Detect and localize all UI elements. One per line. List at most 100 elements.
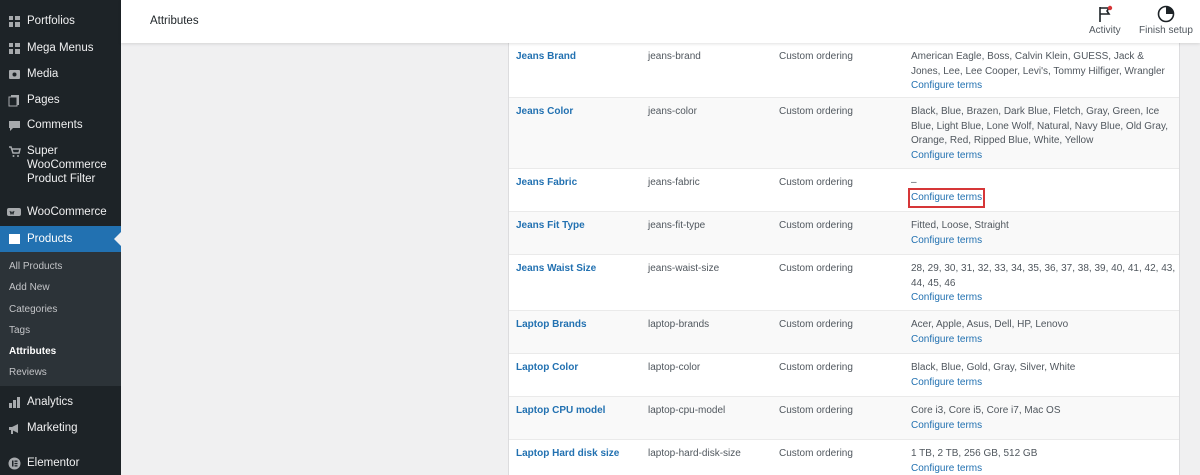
sidebar-item-label: Super WooCommerce Product Filter (27, 145, 107, 185)
configure-terms-link[interactable]: Configure terms (911, 79, 982, 94)
attribute-name-link[interactable]: Jeans Waist Size (516, 262, 596, 277)
terms-list: Black, Blue, Gold, Gray, Silver, White (911, 362, 1076, 373)
sidebar-item-elementor[interactable]: Elementor (0, 456, 121, 470)
marketing-icon (7, 421, 21, 435)
table-row: Jeans Color jeans-color Custom ordering … (509, 98, 1179, 169)
attribute-slug: jeans-brand (648, 51, 701, 62)
configure-terms-link[interactable]: Configure terms (911, 376, 982, 391)
terms-list: Black, Blue, Brazen, Dark Blue, Fletch, … (911, 106, 1168, 146)
configure-terms-link[interactable]: Configure terms (911, 149, 982, 164)
sidebar-item-woocommerce[interactable]: WooCommerce (0, 205, 121, 219)
admin-sidebar: Portfolios Mega Menus Media Pages Commen… (0, 0, 122, 475)
attribute-name-link[interactable]: Laptop CPU model (516, 404, 605, 419)
finish-setup-button[interactable]: Finish setup (1139, 5, 1193, 36)
mega-menu-icon (7, 41, 21, 55)
sidebar-item-label: Pages (27, 94, 60, 106)
products-submenu: All Products Add New Categories Tags Att… (0, 252, 121, 386)
terms-list: Core i3, Core i5, Core i7, Mac OS (911, 405, 1061, 416)
cart-icon (7, 144, 21, 158)
terms-list: 1 TB, 2 TB, 256 GB, 512 GB (911, 448, 1038, 459)
table-row: Jeans Fit Type jeans-fit-type Custom ord… (509, 212, 1179, 255)
sidebar-item-analytics[interactable]: Analytics (0, 395, 121, 409)
sidebar-item-label: Portfolios (27, 15, 75, 27)
table-row: Laptop Color laptop-color Custom orderin… (509, 354, 1179, 397)
sidebar-item-label: Marketing (27, 422, 78, 434)
submenu-item-all-products[interactable]: All Products (9, 261, 62, 273)
attribute-name-link[interactable]: Laptop Hard disk size (516, 447, 619, 462)
configure-terms-link[interactable]: Configure terms (911, 333, 982, 348)
table-row: Laptop Hard disk size laptop-hard-disk-s… (509, 440, 1179, 475)
progress-circle-icon (1157, 5, 1175, 23)
configure-terms-link[interactable]: Configure terms (911, 419, 982, 434)
attribute-terms: 1 TB, 2 TB, 256 GB, 512 GB Configure ter… (911, 447, 1176, 475)
media-icon (7, 67, 21, 81)
sidebar-item-mega-menus[interactable]: Mega Menus (0, 41, 121, 55)
terms-list: Fitted, Loose, Straight (911, 220, 1009, 231)
sidebar-item-super-woocommerce-product-filter[interactable]: Super WooCommerce Product Filter (0, 144, 121, 186)
page-header: Attributes Activity Finish setup (121, 0, 1200, 43)
sidebar-item-label: Analytics (27, 396, 74, 408)
terms-list: Acer, Apple, Asus, Dell, HP, Lenovo (911, 319, 1069, 330)
configure-terms-link-highlighted[interactable]: Configure terms (907, 187, 986, 208)
submenu-item-reviews[interactable]: Reviews (9, 367, 47, 379)
sidebar-item-label: Elementor (27, 457, 80, 469)
comments-icon (7, 118, 21, 132)
active-menu-arrow (114, 231, 122, 247)
configure-terms-link[interactable]: Configure terms (911, 462, 982, 475)
attribute-terms: Acer, Apple, Asus, Dell, HP, Lenovo Conf… (911, 318, 1176, 347)
attribute-ordering: Custom ordering (779, 220, 853, 231)
table-row: Jeans Brand jeans-brand Custom ordering … (509, 43, 1179, 98)
table-row: Laptop CPU model laptop-cpu-model Custom… (509, 397, 1179, 440)
attribute-slug: jeans-color (648, 106, 697, 117)
sidebar-item-pages[interactable]: Pages (0, 93, 121, 107)
analytics-icon (7, 395, 21, 409)
woocommerce-icon (7, 205, 21, 219)
attribute-terms: – Configure terms (907, 176, 1176, 208)
attribute-terms: American Eagle, Boss, Calvin Klein, GUES… (911, 50, 1176, 94)
sidebar-item-portfolios[interactable]: Portfolios (0, 14, 121, 28)
table-row: Jeans Waist Size jeans-waist-size Custom… (509, 255, 1179, 311)
attribute-ordering: Custom ordering (779, 51, 853, 62)
attribute-ordering: Custom ordering (779, 319, 853, 330)
configure-terms-link[interactable]: Configure terms (911, 291, 982, 306)
sidebar-item-label: WooCommerce (27, 206, 107, 218)
sidebar-item-marketing[interactable]: Marketing (0, 421, 121, 435)
submenu-item-attributes[interactable]: Attributes (9, 346, 56, 358)
attribute-name-link[interactable]: Laptop Brands (516, 318, 587, 333)
attribute-name-link[interactable]: Jeans Fabric (516, 176, 577, 191)
portfolio-icon (7, 14, 21, 28)
attribute-slug: laptop-brands (648, 319, 710, 330)
configure-terms-link[interactable]: Configure terms (911, 234, 982, 249)
attribute-terms: Core i3, Core i5, Core i7, Mac OS Config… (911, 404, 1176, 433)
submenu-item-tags[interactable]: Tags (9, 325, 30, 337)
attribute-slug: laptop-hard-disk-size (648, 448, 741, 459)
attribute-terms: Black, Blue, Brazen, Dark Blue, Fletch, … (911, 105, 1176, 163)
attributes-table: Jeans Brand jeans-brand Custom ordering … (508, 43, 1180, 475)
attribute-ordering: Custom ordering (779, 177, 853, 188)
flag-icon (1099, 5, 1113, 22)
sidebar-item-comments[interactable]: Comments (0, 118, 121, 132)
attribute-slug: laptop-color (648, 362, 701, 373)
attribute-name-link[interactable]: Jeans Color (516, 105, 573, 120)
attribute-slug: jeans-fit-type (648, 220, 706, 231)
attribute-name-link[interactable]: Jeans Fit Type (516, 219, 585, 234)
attribute-ordering: Custom ordering (779, 106, 853, 117)
attribute-slug: laptop-cpu-model (648, 405, 726, 416)
submenu-item-categories[interactable]: Categories (9, 304, 57, 316)
products-icon (7, 232, 21, 246)
attribute-terms: 28, 29, 30, 31, 32, 33, 34, 35, 36, 37, … (911, 262, 1176, 306)
pages-icon (7, 93, 21, 107)
attribute-name-link[interactable]: Laptop Color (516, 361, 578, 376)
sidebar-item-label: Mega Menus (27, 42, 94, 54)
attribute-ordering: Custom ordering (779, 405, 853, 416)
sidebar-item-label: Products (27, 233, 73, 245)
sidebar-item-products[interactable]: Products (0, 226, 122, 252)
activity-button[interactable]: Activity (1089, 5, 1121, 36)
table-row: Laptop Brands laptop-brands Custom order… (509, 311, 1179, 354)
submenu-item-add-new[interactable]: Add New (9, 282, 50, 294)
finish-setup-label: Finish setup (1139, 25, 1193, 36)
attribute-ordering: Custom ordering (779, 263, 853, 274)
terms-list: 28, 29, 30, 31, 32, 33, 34, 35, 36, 37, … (911, 263, 1176, 289)
sidebar-item-media[interactable]: Media (0, 67, 121, 81)
attribute-name-link[interactable]: Jeans Brand (516, 50, 576, 65)
